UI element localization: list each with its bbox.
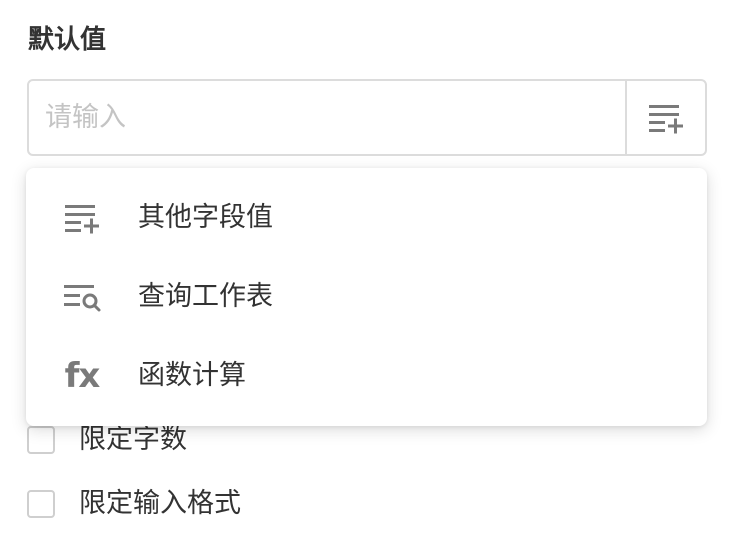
menu-item-function-calc[interactable]: fx 函数计算	[26, 338, 707, 414]
limit-length-option[interactable]: 限定字数	[27, 422, 187, 458]
field-picker-button[interactable]	[625, 81, 705, 154]
default-value-input-group	[27, 79, 707, 156]
list-add-icon	[649, 104, 683, 133]
menu-item-other-field[interactable]: 其他字段值	[26, 180, 707, 256]
limit-format-option[interactable]: 限定输入格式	[27, 486, 241, 522]
menu-item-label: 函数计算	[138, 360, 246, 391]
limit-length-checkbox[interactable]	[27, 426, 55, 454]
list-search-icon	[62, 279, 102, 315]
limit-format-label: 限定输入格式	[79, 488, 241, 519]
menu-item-label: 其他字段值	[138, 202, 273, 233]
default-value-input[interactable]	[29, 81, 625, 154]
default-value-source-menu: 其他字段值 查询工作表 fx 函数计算	[26, 168, 707, 426]
default-value-panel: 默认值 限定字数 限定输入格式	[0, 0, 730, 558]
limit-length-label: 限定字数	[79, 424, 187, 455]
limit-format-checkbox[interactable]	[27, 490, 55, 518]
fx-icon: fx	[62, 356, 102, 396]
list-add-icon	[62, 200, 102, 236]
fx-icon-glyph: fx	[64, 356, 101, 396]
menu-item-label: 查询工作表	[138, 281, 273, 312]
field-label: 默认值	[28, 25, 107, 55]
menu-item-query-worksheet[interactable]: 查询工作表	[26, 259, 707, 335]
